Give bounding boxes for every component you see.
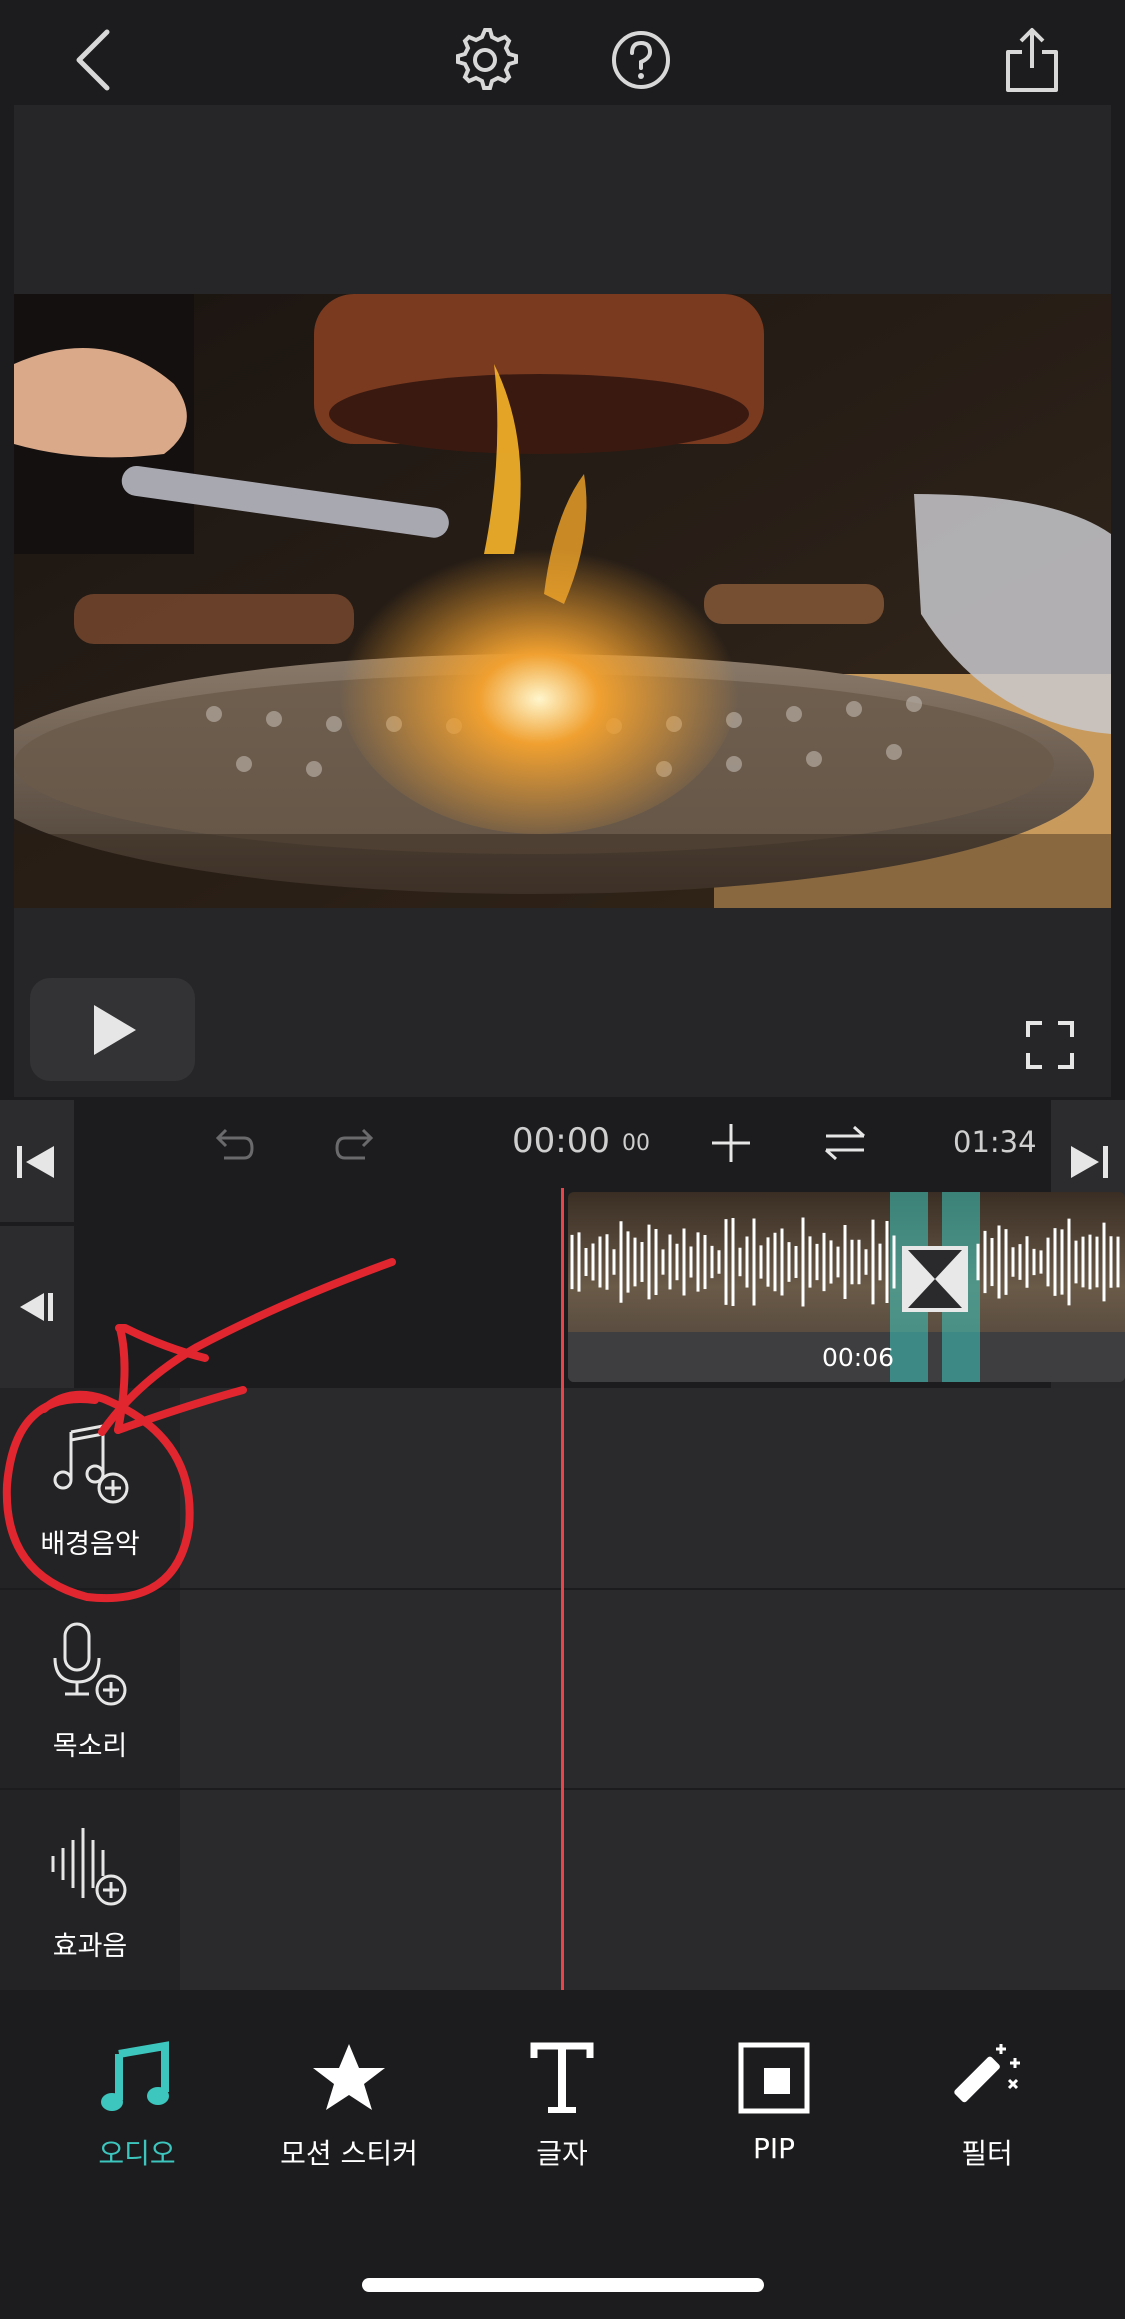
fullscreen-icon	[1026, 1021, 1074, 1069]
plus-icon	[712, 1124, 750, 1162]
magic-wand-icon	[954, 2044, 1020, 2103]
share-button[interactable]	[992, 20, 1072, 100]
tab-pip[interactable]: PIP	[674, 2040, 874, 2180]
current-time: 00:00	[512, 1121, 610, 1161]
microphone-add-icon	[53, 1622, 127, 1706]
video-clip[interactable]: 00:06	[568, 1192, 1125, 1382]
back-button[interactable]	[55, 20, 135, 100]
add-voice-button[interactable]: 목소리	[0, 1590, 180, 1788]
tab-text-label: 글자	[536, 2137, 588, 2170]
sound-effect-add-icon	[51, 1828, 127, 1906]
jump-to-start-button[interactable]	[0, 1100, 74, 1222]
sfx-label: 효과음	[52, 1931, 128, 1962]
total-time: 01:34	[953, 1125, 1037, 1159]
skip-start-icon	[17, 1146, 54, 1178]
annotation-arrow-circle	[2, 1258, 396, 1603]
current-frames: 00	[622, 1131, 650, 1156]
swap-arrows-icon	[824, 1125, 866, 1161]
tab-pip-label: PIP	[752, 2132, 796, 2165]
add-clip-button[interactable]	[706, 1118, 756, 1168]
voice-label: 목소리	[52, 1731, 128, 1762]
transition-duration: 00:06	[822, 1343, 894, 1372]
tab-audio[interactable]: 오디오	[37, 2040, 237, 2180]
question-icon	[612, 31, 670, 89]
swap-button[interactable]	[820, 1118, 870, 1168]
pip-icon	[738, 2042, 810, 2114]
music-note-icon	[101, 2041, 169, 2111]
chevron-left-icon	[76, 29, 110, 91]
undo-icon	[215, 1128, 254, 1160]
tab-audio-label: 오디오	[98, 2137, 176, 2170]
tab-filter[interactable]: 필터	[887, 2040, 1087, 2180]
add-sound-effect-button[interactable]: 효과음	[0, 1790, 180, 1990]
star-icon	[313, 2044, 385, 2110]
tab-filter-label: 필터	[961, 2137, 1013, 2170]
top-bar	[0, 0, 1125, 105]
home-indicator	[362, 2278, 764, 2292]
redo-button[interactable]	[333, 1118, 383, 1168]
fullscreen-button[interactable]	[1010, 1005, 1090, 1085]
tab-motion-sticker[interactable]: 모션 스티커	[249, 2040, 449, 2180]
tab-text[interactable]: 글자	[462, 2040, 662, 2180]
share-icon	[1006, 28, 1058, 92]
video-frame-image	[14, 294, 1111, 908]
play-button[interactable]	[30, 978, 195, 1081]
tab-motion-sticker-label: 모션 스티커	[280, 2137, 418, 2170]
video-preview[interactable]	[14, 294, 1111, 908]
playhead[interactable]	[561, 1188, 564, 1990]
undo-button[interactable]	[206, 1118, 256, 1168]
clip-thumbnail: 00:06	[568, 1192, 1125, 1382]
text-icon	[530, 2042, 594, 2113]
settings-button[interactable]	[445, 20, 525, 100]
play-icon	[94, 1005, 136, 1055]
redo-icon	[335, 1128, 374, 1160]
help-button[interactable]	[601, 20, 681, 100]
gear-icon	[456, 28, 518, 90]
